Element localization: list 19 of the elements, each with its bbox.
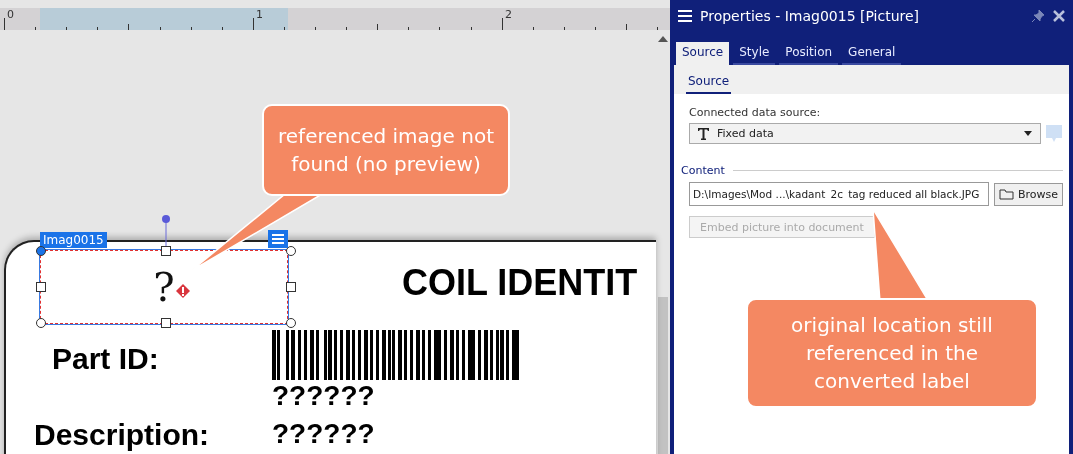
panel-title: Properties - Imag0015 [Picture] <box>700 8 921 24</box>
tab[interactable]: Source <box>676 42 730 65</box>
ruler-label: 1 <box>256 8 263 21</box>
path-field[interactable]: D:\Images\Mod ...\kadant_2c_tag reduced all black.JPG <box>689 182 989 206</box>
field-label: Description: <box>34 418 210 452</box>
ruler-label: 0 <box>7 8 14 21</box>
data-source-dropdown[interactable]: Fixed data <box>689 123 1041 144</box>
ruler-label: 2 <box>505 8 512 21</box>
callout: referenced image not found (no preview) <box>262 104 510 196</box>
label-title: COIL IDENTIT <box>402 262 638 304</box>
field-value: ?????? <box>272 380 375 412</box>
missing-image-glyph: ? <box>153 264 175 310</box>
field-label: Part ID: <box>52 342 159 376</box>
field-label: Connected data source: <box>689 106 822 119</box>
browse-button[interactable]: Browse <box>993 182 1063 206</box>
object-name-tag: Imag0015 <box>40 232 107 248</box>
section-label: Content <box>681 164 725 177</box>
image-object[interactable]: ? <box>40 250 288 324</box>
field-value: ?????? <box>272 418 375 450</box>
